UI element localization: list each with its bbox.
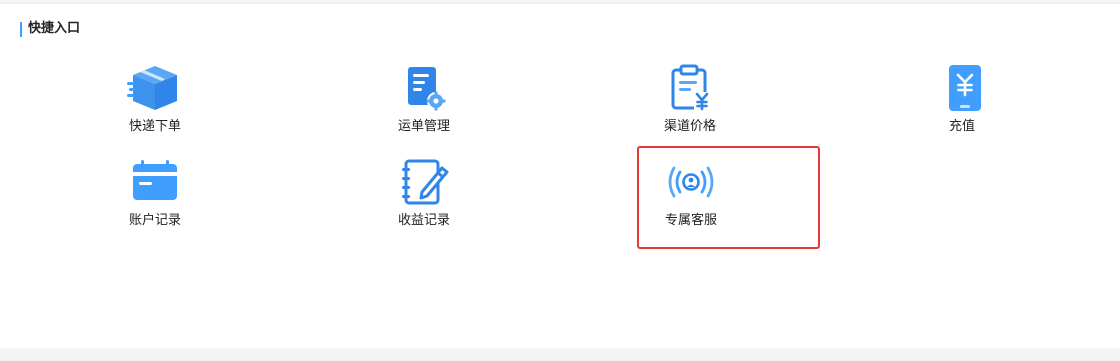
tile-waybill-management[interactable]: 运单管理	[364, 64, 484, 144]
tile-dedicated-support[interactable]: 专属客服	[631, 158, 751, 238]
tile-label: 专属客服	[664, 213, 717, 228]
tile-label: 运单管理	[397, 119, 450, 134]
tile-label: 账户记录	[128, 213, 181, 228]
tile-earnings-records[interactable]: 收益记录	[364, 158, 484, 238]
tile-account-records[interactable]: 账户记录	[95, 158, 215, 238]
quick-entry-panel: 快捷入口 快递下单 运单管理 渠道价格 充值 账户记录 收益记录 专属客服	[0, 2, 1120, 348]
section-title: 快捷入口	[28, 21, 81, 36]
notebook-pen-icon	[396, 158, 452, 206]
tile-label: 充值	[948, 119, 975, 134]
tile-channel-price[interactable]: 渠道价格	[630, 64, 750, 144]
tile-label: 快递下单	[128, 119, 181, 134]
title-accent-bar	[20, 21, 22, 37]
calendar-card-icon	[127, 158, 183, 206]
top-divider	[0, 2, 1120, 4]
section-header: 快捷入口	[20, 21, 80, 37]
package-box-icon	[127, 64, 183, 112]
clipboard-yen-icon	[662, 64, 718, 112]
tile-express-order[interactable]: 快递下单	[95, 64, 215, 144]
tile-recharge[interactable]: 充值	[902, 64, 1022, 144]
tile-label: 渠道价格	[663, 119, 716, 134]
mobile-yuan-icon	[934, 64, 990, 112]
document-gear-icon	[396, 64, 452, 112]
user-broadcast-icon	[663, 158, 719, 206]
tile-label: 收益记录	[397, 213, 450, 228]
